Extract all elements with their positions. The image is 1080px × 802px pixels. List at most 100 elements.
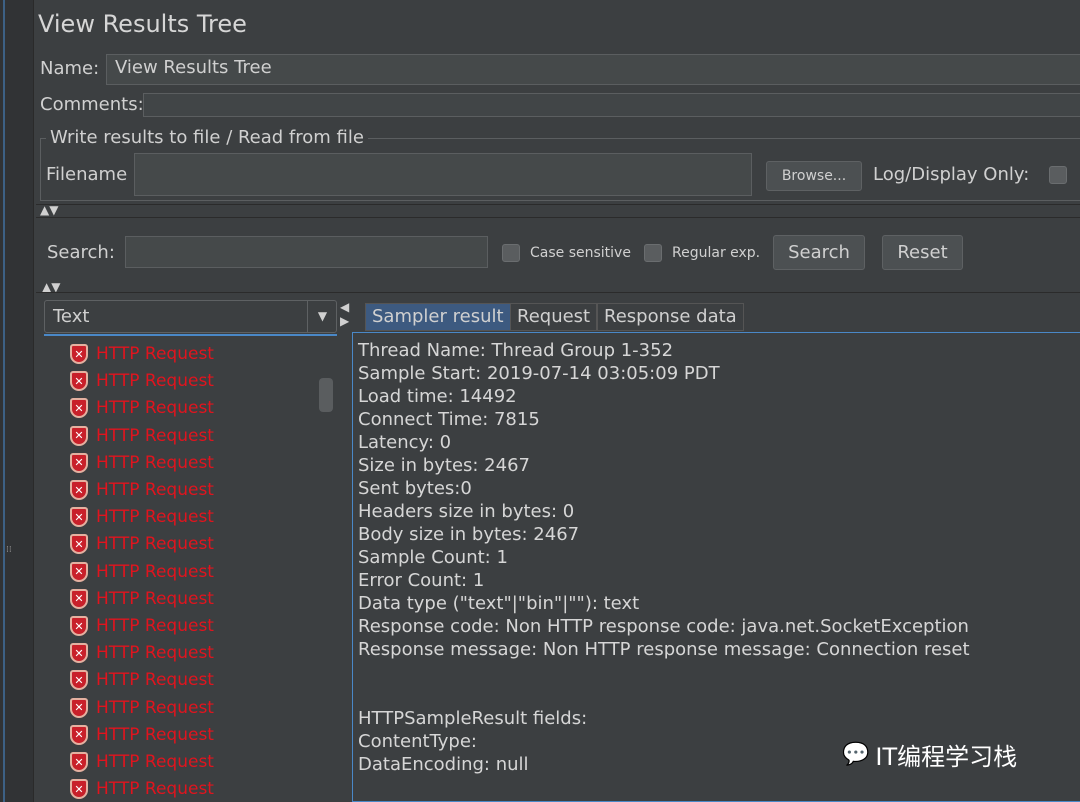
list-item[interactable]: ✕ HTTP Request: [70, 478, 214, 502]
name-label: Name:: [40, 58, 100, 79]
list-item-label: HTTP Request: [96, 697, 214, 718]
error-shield-icon: ✕: [70, 724, 88, 745]
result-line: Body size in bytes: 2467: [358, 524, 580, 545]
splitter[interactable]: [36, 204, 1080, 218]
search-input[interactable]: [125, 236, 488, 268]
list-item[interactable]: ✕ HTTP Request: [70, 696, 214, 720]
comments-input[interactable]: [143, 93, 1080, 117]
list-item-label: HTTP Request: [96, 425, 214, 446]
chevron-down-icon[interactable]: ▼: [307, 301, 337, 332]
list-item-label: HTTP Request: [96, 588, 214, 609]
list-item[interactable]: ✕ HTTP Request: [70, 641, 214, 665]
file-group-legend: Write results to file / Read from file: [46, 127, 368, 148]
list-item[interactable]: ✕ HTTP Request: [70, 750, 214, 774]
splitter-grip[interactable]: ⁞⁞: [6, 545, 12, 555]
result-line: Error Count: 1: [358, 570, 485, 591]
list-item[interactable]: ✕ HTTP Request: [70, 342, 214, 366]
list-item-label: HTTP Request: [96, 561, 214, 582]
result-line: Size in bytes: 2467: [358, 455, 530, 476]
result-line: HTTPSampleResult fields:: [358, 708, 588, 729]
list-item[interactable]: ✕ HTTP Request: [70, 424, 214, 448]
left-edge-strip: [0, 0, 34, 802]
result-line: Thread Name: Thread Group 1-352: [358, 340, 674, 361]
watermark: 💬 IT编程学习栈: [842, 737, 1017, 772]
error-shield-icon: ✕: [70, 452, 88, 473]
list-item[interactable]: ✕ HTTP Request: [70, 505, 214, 529]
split-arrows-icon[interactable]: ◀ ▶: [340, 300, 349, 328]
list-item-label: HTTP Request: [96, 398, 214, 419]
list-item-label: HTTP Request: [96, 779, 214, 800]
result-line: Sample Start: 2019-07-14 03:05:09 PDT: [358, 363, 720, 384]
list-item-label: HTTP Request: [96, 616, 214, 636]
regex-label: Regular exp.: [672, 245, 761, 261]
result-line: Data type ("text"|"bin"|""): text: [358, 593, 640, 614]
list-item[interactable]: ✕ HTTP Request: [70, 587, 214, 611]
error-shield-icon: ✕: [70, 643, 88, 664]
sampler-result-text[interactable]: Thread Name: Thread Group 1-352 Sample St…: [352, 332, 1080, 802]
error-shield-icon: ✕: [70, 480, 88, 500]
renderer-select[interactable]: Text ▼: [44, 300, 337, 333]
tab-sampler-result[interactable]: Sampler result: [365, 303, 511, 331]
page-title: View Results Tree: [38, 10, 247, 38]
search-button[interactable]: Search: [773, 235, 865, 270]
list-item-label: HTTP Request: [96, 452, 214, 473]
result-line: Connect Time: 7815: [358, 409, 540, 430]
error-shield-icon: ✕: [70, 398, 88, 419]
log-display-only-label: Log/Display Only:: [873, 164, 1030, 185]
list-item[interactable]: ✕ HTTP Request: [70, 668, 214, 692]
log-display-only-checkbox[interactable]: [1049, 166, 1067, 184]
renderer-select-value: Text: [53, 306, 90, 327]
list-item[interactable]: ✕ HTTP Request: [70, 451, 214, 475]
list-item-label: HTTP Request: [96, 344, 214, 364]
list-item-label: HTTP Request: [96, 752, 214, 772]
collapse-arrows-icon[interactable]: ▲▼: [40, 203, 58, 217]
list-item-label: HTTP Request: [96, 724, 214, 745]
error-shield-icon: ✕: [70, 752, 88, 772]
filename-input[interactable]: [134, 153, 752, 196]
wechat-icon: 💬: [842, 742, 870, 767]
error-shield-icon: ✕: [70, 779, 88, 800]
list-item-label: HTTP Request: [96, 670, 214, 691]
error-shield-icon: ✕: [70, 371, 88, 392]
error-shield-icon: ✕: [70, 616, 88, 636]
list-item-label: HTTP Request: [96, 371, 214, 392]
list-item-label: HTTP Request: [96, 480, 214, 500]
search-label: Search:: [47, 242, 115, 263]
results-list: ✕ HTTP Request ✕ HTTP Request ✕ HTTP Request ✕…: [44, 334, 337, 802]
list-item-label: HTTP Request: [96, 643, 214, 664]
result-line: Response code: Non HTTP response code: j…: [358, 616, 969, 637]
list-item[interactable]: ✕ HTTP Request: [70, 723, 214, 747]
result-line: Response message: Non HTTP response mess…: [358, 639, 970, 660]
result-line: Load time: 14492: [358, 386, 517, 407]
result-line: Sample Count: 1: [358, 547, 508, 568]
list-item[interactable]: ✕ HTTP Request: [70, 396, 214, 420]
reset-button[interactable]: Reset: [882, 235, 963, 270]
watermark-text: IT编程学习栈: [875, 743, 1018, 771]
result-line: Sent bytes:0: [358, 478, 472, 499]
name-input[interactable]: View Results Tree: [106, 54, 1080, 85]
regex-checkbox[interactable]: [644, 244, 662, 262]
tab-response-data[interactable]: Response data: [597, 303, 744, 331]
error-shield-icon: ✕: [70, 507, 88, 528]
error-shield-icon: ✕: [70, 425, 88, 446]
list-item[interactable]: ✕ HTTP Request: [70, 369, 214, 393]
case-sensitive-label: Case sensitive: [530, 245, 631, 261]
list-item[interactable]: ✕ HTTP Request: [70, 777, 214, 801]
tab-request[interactable]: Request: [510, 303, 598, 331]
case-sensitive-checkbox[interactable]: [502, 244, 520, 262]
list-item-label: HTTP Request: [96, 534, 214, 555]
list-scrollbar[interactable]: [319, 378, 333, 412]
error-shield-icon: ✕: [70, 697, 88, 718]
list-item[interactable]: ✕ HTTP Request: [70, 560, 214, 584]
list-item-label: HTTP Request: [96, 507, 214, 528]
error-shield-icon: ✕: [70, 670, 88, 691]
list-item[interactable]: ✕ HTTP Request: [70, 614, 214, 638]
error-shield-icon: ✕: [70, 588, 88, 609]
list-item[interactable]: ✕ HTTP Request: [70, 532, 214, 556]
divider: [36, 292, 1080, 293]
browse-button[interactable]: Browse...: [766, 161, 862, 191]
error-shield-icon: ✕: [70, 561, 88, 582]
result-line: Latency: 0: [358, 432, 452, 453]
result-line: ContentType:: [358, 731, 477, 752]
result-line: DataEncoding: null: [358, 754, 529, 775]
